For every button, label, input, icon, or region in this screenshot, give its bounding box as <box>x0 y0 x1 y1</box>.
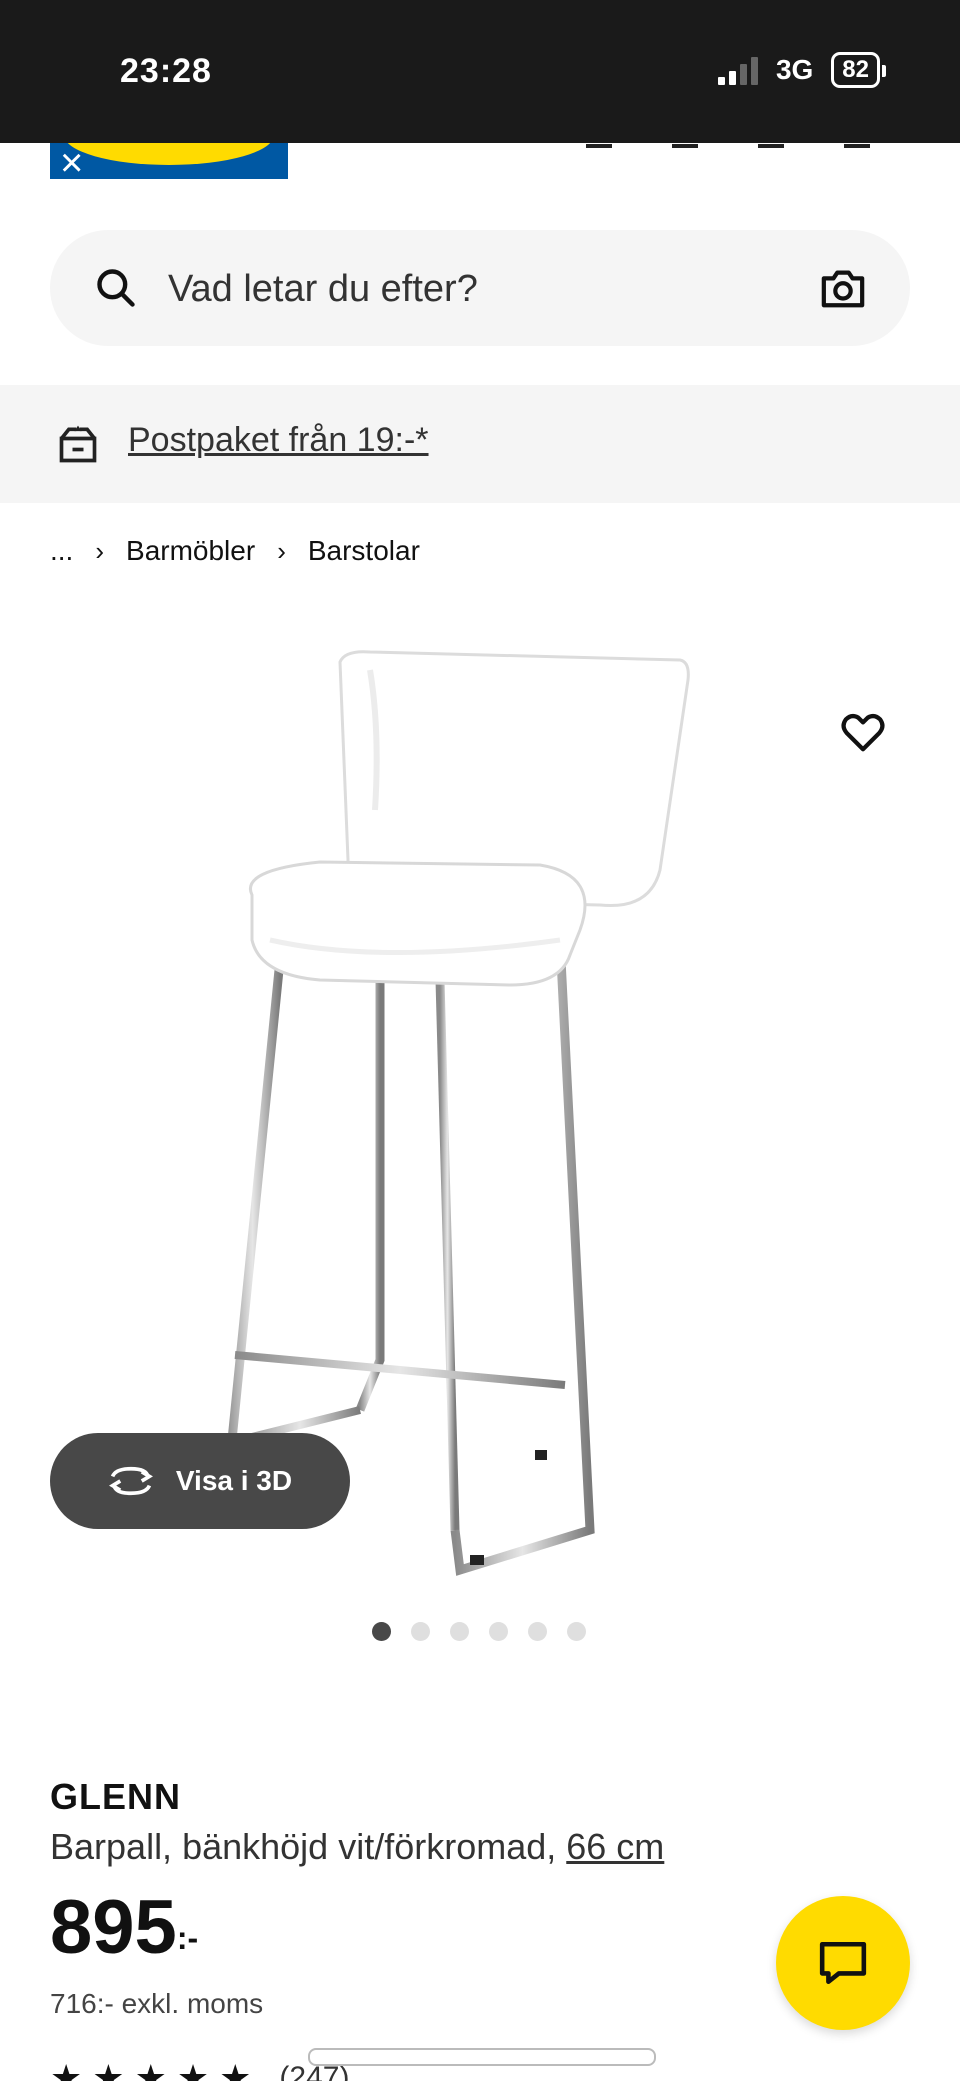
home-indicator <box>308 2048 656 2066</box>
delivery-promo-bar: Postpaket från 19:-* <box>0 385 960 503</box>
breadcrumb: ... › Barmöbler › Barstolar <box>50 535 420 567</box>
carousel-dot[interactable] <box>567 1622 586 1641</box>
breadcrumb-ellipsis[interactable]: ... <box>50 535 73 567</box>
star-icon: ★ <box>50 2062 82 2081</box>
product-price: 895 :- <box>50 1888 198 1968</box>
rotate-3d-icon <box>108 1466 153 1496</box>
chat-icon <box>819 1941 867 1985</box>
search-input[interactable] <box>166 260 790 318</box>
delivery-promo-link[interactable]: Postpaket från 19:-* <box>128 421 429 460</box>
price-amount: 895 <box>50 1885 177 1970</box>
close-icon[interactable]: × <box>60 143 83 183</box>
wishlist-header-icon[interactable] <box>672 130 698 148</box>
status-time: 23:28 <box>120 52 212 90</box>
carousel-dot[interactable] <box>372 1622 391 1641</box>
ikea-logo[interactable] <box>50 143 288 179</box>
network-type: 3G <box>775 54 814 85</box>
signal-icon <box>717 55 758 85</box>
breadcrumb-barmobler[interactable]: Barmöbler <box>126 535 255 567</box>
star-icon: ★ <box>219 2062 251 2081</box>
product-type-text: Barpall, bänkhöjd vit/förkromad, <box>50 1826 557 1867</box>
product-name: GLENN <box>50 1776 181 1817</box>
header-icons <box>586 130 870 148</box>
search-bar[interactable] <box>50 230 910 346</box>
cart-icon[interactable] <box>758 130 784 148</box>
product-size-link[interactable]: 66 cm <box>566 1826 664 1867</box>
menu-icon[interactable] <box>844 130 870 148</box>
carousel-dot[interactable] <box>450 1622 469 1641</box>
price-suffix: :- <box>176 1920 199 1956</box>
heart-icon[interactable] <box>840 710 886 754</box>
image-carousel-dots <box>372 1622 586 1641</box>
status-indicators: 3G 82 <box>717 52 886 88</box>
search-icon <box>97 269 135 307</box>
chevron-right-icon: › <box>95 535 105 566</box>
star-icon: ★ <box>177 2062 209 2081</box>
product-description: Barpall, bänkhöjd vit/förkromad, 66 cm <box>50 1826 664 1868</box>
carousel-dot[interactable] <box>489 1622 508 1641</box>
carousel-dot[interactable] <box>411 1622 430 1641</box>
product-rating[interactable]: ★ ★ ★ ★ ★ (247) <box>50 2062 349 2081</box>
chat-button[interactable] <box>776 1896 910 2030</box>
status-bar: 23:28 3G 82 <box>0 0 960 143</box>
chevron-right-icon: › <box>277 535 286 566</box>
view-in-3d-label: Visa i 3D <box>175 1465 293 1496</box>
carousel-dot[interactable] <box>528 1622 547 1641</box>
star-icon: ★ <box>135 2062 167 2081</box>
battery-icon: 82 <box>831 52 886 88</box>
parcel-icon <box>59 425 97 463</box>
camera-icon[interactable] <box>820 266 866 310</box>
view-in-3d-button[interactable]: Visa i 3D <box>50 1433 350 1529</box>
breadcrumb-barstolar[interactable]: Barstolar <box>308 535 420 567</box>
star-icon: ★ <box>92 2062 124 2081</box>
price-excl-vat: 716:- exkl. moms <box>50 1988 264 2019</box>
account-icon[interactable] <box>586 130 612 148</box>
